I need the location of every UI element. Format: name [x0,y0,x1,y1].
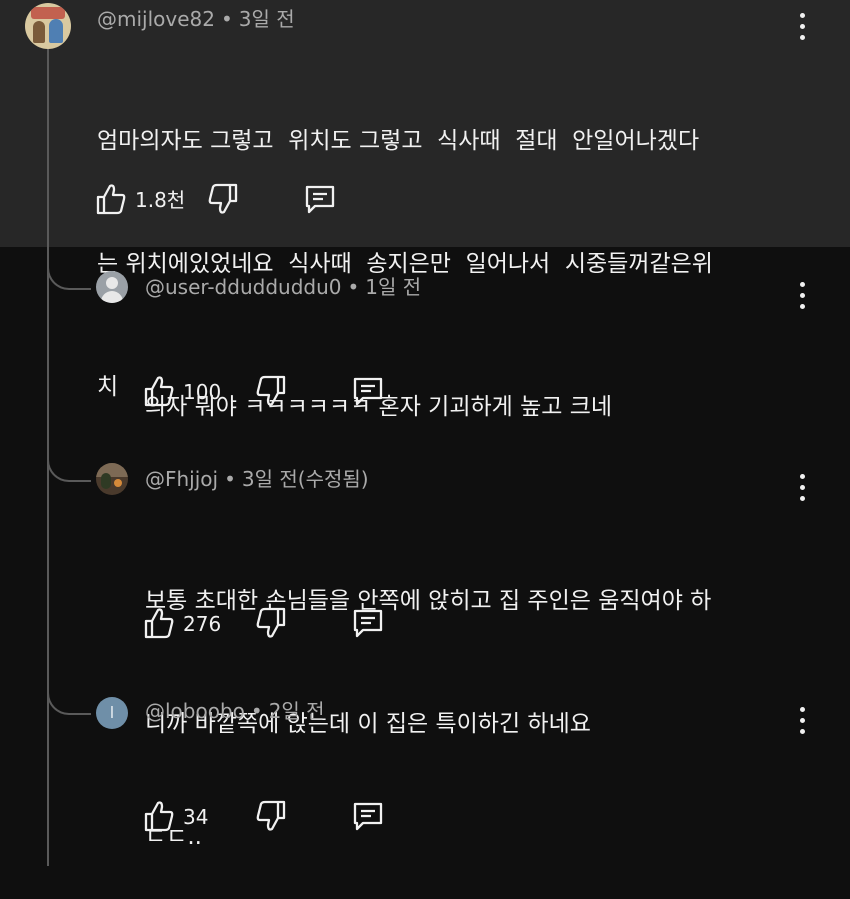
like-button[interactable] [143,606,175,640]
avatar[interactable] [96,271,128,303]
thumb-up-icon [144,608,174,639]
like-button[interactable] [143,374,175,408]
thumb-down-icon [256,375,286,406]
comment-author[interactable]: @mijlove82 [97,7,215,31]
more-vert-icon[interactable] [792,282,812,310]
reply-icon [305,185,335,214]
comment-meta: @loboobo • 2일 전 [145,699,325,723]
like-count: 100 [183,380,222,404]
comment-time: 3일 전 [238,7,295,31]
reply-icon [353,609,383,638]
dislike-button[interactable] [255,374,287,408]
avatar[interactable] [96,463,128,495]
comment-time: 1일 전 [365,275,422,299]
comment-text: 보통 초대한 손님들을 안쪽에 앉히고 집 주인은 움직여야 하 니까 바깥쪽에… [145,588,712,737]
more-vert-icon[interactable] [792,474,812,502]
avatar[interactable] [25,3,71,49]
thumb-down-icon [208,183,238,214]
thumb-up-icon [144,801,174,832]
like-count: 34 [183,805,209,829]
reply-button[interactable] [351,374,385,408]
more-vert-icon[interactable] [792,13,812,41]
comment-time: 2일 전 [268,699,325,723]
comment-author[interactable]: @user-ddudduddu0 [145,275,341,299]
comment-author[interactable]: @loboobo [145,699,245,723]
comment-meta: @mijlove82 • 3일 전 [97,7,295,31]
thumb-up-icon [144,376,174,407]
more-vert-icon[interactable] [792,707,812,735]
dislike-button[interactable] [255,606,287,640]
comment-time: 3일 전(수정됨) [241,467,369,491]
reply-icon [353,802,383,831]
thread-connector [47,450,91,482]
comment-meta: @user-ddudduddu0 • 1일 전 [145,275,422,299]
reply-button[interactable] [351,606,385,640]
thumb-down-icon [256,800,286,831]
like-button[interactable] [143,799,175,833]
like-count: 1.8천 [135,188,186,212]
avatar[interactable]: l [96,697,128,729]
reply-button[interactable] [351,799,385,833]
reply-icon [353,377,383,406]
reply-button[interactable] [303,182,337,216]
thumb-up-icon [96,184,126,215]
like-count: 276 [183,612,222,636]
dislike-button[interactable] [255,799,287,833]
thread-connector [47,683,91,715]
comment-author[interactable]: @Fhjjoj [145,467,218,491]
comment-meta: @Fhjjoj • 3일 전(수정됨) [145,467,369,491]
thumb-down-icon [256,607,286,638]
dislike-button[interactable] [207,182,239,216]
thread-connector [47,258,91,290]
like-button[interactable] [95,182,127,216]
